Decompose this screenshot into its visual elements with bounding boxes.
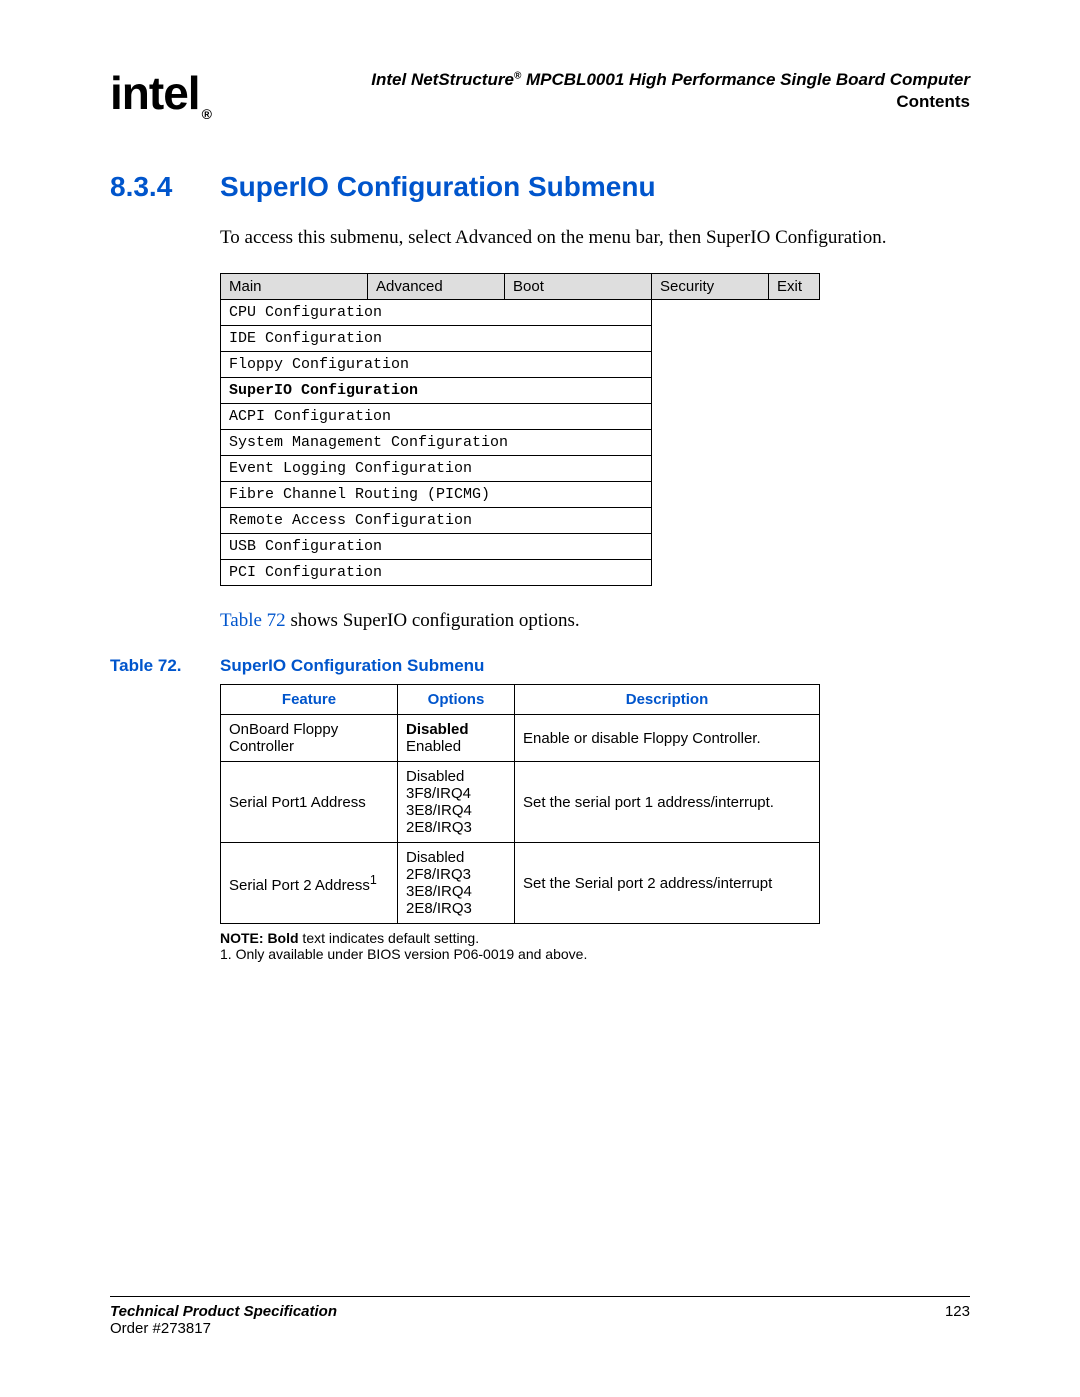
table-reference-link[interactable]: Table 72 bbox=[220, 610, 286, 631]
footer-tps: Technical Product Specification bbox=[110, 1303, 337, 1320]
header-text-block: Intel NetStructure® MPCBL0001 High Perfo… bbox=[211, 70, 970, 112]
cell-options: Disabled 3F8/IRQ4 3E8/IRQ4 2E8/IRQ3 bbox=[398, 762, 515, 843]
menu-item-selected: SuperIO Configuration bbox=[221, 378, 652, 404]
col-description: Description bbox=[515, 685, 820, 715]
section-heading: 8.3.4SuperIO Configuration Submenu bbox=[110, 171, 970, 203]
intro-paragraph: To access this submenu, select Advanced … bbox=[220, 227, 970, 249]
bios-menu-table: Main Advanced Boot Security Exit CPU Con… bbox=[220, 273, 820, 586]
section-number: 8.3.4 bbox=[110, 171, 220, 203]
footnote-1: 1. Only available under BIOS version P06… bbox=[220, 946, 970, 962]
table-row: OnBoard Floppy Controller Disabled Enabl… bbox=[221, 715, 820, 762]
footer-page-number: 123 bbox=[945, 1303, 970, 1337]
menu-item: Floppy Configuration bbox=[221, 352, 652, 378]
table-caption-number: Table 72. bbox=[110, 656, 220, 676]
feature-text: Serial Port1 Address bbox=[229, 794, 366, 811]
table-caption: Table 72.SuperIO Configuration Submenu bbox=[110, 656, 970, 676]
table-caption-title: SuperIO Configuration Submenu bbox=[220, 656, 484, 675]
option: 2F8/IRQ3 bbox=[406, 866, 506, 883]
menu-item: ACPI Configuration bbox=[221, 404, 652, 430]
menu-item: USB Configuration bbox=[221, 534, 652, 560]
doc-title-suffix: MPCBL0001 High Performance Single Board … bbox=[521, 70, 970, 89]
intel-logo: intel® bbox=[110, 70, 211, 121]
tab-boot: Boot bbox=[505, 274, 652, 300]
cell-feature: Serial Port1 Address bbox=[221, 762, 398, 843]
note-label: NOTE: Bold bbox=[220, 930, 299, 946]
option: 2E8/IRQ3 bbox=[406, 819, 506, 836]
note-text: text indicates default setting. bbox=[299, 930, 480, 946]
cell-options: Disabled 2F8/IRQ3 3E8/IRQ4 2E8/IRQ3 bbox=[398, 843, 515, 924]
tab-main: Main bbox=[221, 274, 368, 300]
options-table: Feature Options Description OnBoard Flop… bbox=[220, 684, 820, 924]
page-header: intel® Intel NetStructure® MPCBL0001 Hig… bbox=[110, 70, 970, 121]
menu-item: IDE Configuration bbox=[221, 326, 652, 352]
option: Disabled bbox=[406, 768, 506, 785]
tab-security: Security bbox=[652, 274, 769, 300]
note-line: NOTE: Bold text indicates default settin… bbox=[220, 930, 970, 946]
reference-rest: shows SuperIO configuration options. bbox=[286, 610, 580, 631]
cell-description: Enable or disable Floppy Controller. bbox=[515, 715, 820, 762]
logo-registered: ® bbox=[202, 106, 211, 122]
doc-title: Intel NetStructure® MPCBL0001 High Perfo… bbox=[211, 70, 970, 90]
cell-options: Disabled Enabled bbox=[398, 715, 515, 762]
table-header-row: Feature Options Description bbox=[221, 685, 820, 715]
reference-paragraph: Table 72 shows SuperIO configuration opt… bbox=[220, 610, 970, 632]
cell-feature: OnBoard Floppy Controller bbox=[221, 715, 398, 762]
menu-item: Event Logging Configuration bbox=[221, 456, 652, 482]
option: 3E8/IRQ4 bbox=[406, 883, 506, 900]
footer-left: Technical Product Specification Order #2… bbox=[110, 1303, 337, 1337]
tab-advanced: Advanced bbox=[368, 274, 505, 300]
table-row: Serial Port 2 Address1 Disabled 2F8/IRQ3… bbox=[221, 843, 820, 924]
footnote-marker: 1 bbox=[370, 873, 377, 887]
option: 3E8/IRQ4 bbox=[406, 802, 506, 819]
col-options: Options bbox=[398, 685, 515, 715]
menu-item: Fibre Channel Routing (PICMG) bbox=[221, 482, 652, 508]
feature-text: OnBoard Floppy Controller bbox=[229, 721, 338, 755]
option: Enabled bbox=[406, 738, 506, 755]
page-footer: Technical Product Specification Order #2… bbox=[110, 1296, 970, 1337]
doc-title-prefix: Intel NetStructure bbox=[371, 70, 514, 89]
table-row: Serial Port1 Address Disabled 3F8/IRQ4 3… bbox=[221, 762, 820, 843]
footer-order: Order #273817 bbox=[110, 1320, 211, 1337]
page: intel® Intel NetStructure® MPCBL0001 Hig… bbox=[0, 0, 1080, 1397]
menu-item: PCI Configuration bbox=[221, 560, 652, 586]
cell-description: Set the serial port 1 address/interrupt. bbox=[515, 762, 820, 843]
option: Disabled bbox=[406, 849, 506, 866]
tab-exit: Exit bbox=[769, 274, 820, 300]
feature-text: Serial Port 2 Address bbox=[229, 877, 370, 894]
section-title: SuperIO Configuration Submenu bbox=[220, 171, 656, 202]
bios-menu-tab-row: Main Advanced Boot Security Exit bbox=[221, 274, 820, 300]
option-default: Disabled bbox=[406, 721, 506, 738]
col-feature: Feature bbox=[221, 685, 398, 715]
option: 2E8/IRQ3 bbox=[406, 900, 506, 917]
menu-item: Remote Access Configuration bbox=[221, 508, 652, 534]
menu-item: System Management Configuration bbox=[221, 430, 652, 456]
doc-section-label: Contents bbox=[211, 92, 970, 112]
table-notes: NOTE: Bold text indicates default settin… bbox=[220, 930, 970, 962]
cell-feature: Serial Port 2 Address1 bbox=[221, 843, 398, 924]
logo-text: intel bbox=[110, 67, 200, 119]
option: 3F8/IRQ4 bbox=[406, 785, 506, 802]
menu-item: CPU Configuration bbox=[221, 300, 652, 326]
cell-description: Set the Serial port 2 address/interrupt bbox=[515, 843, 820, 924]
